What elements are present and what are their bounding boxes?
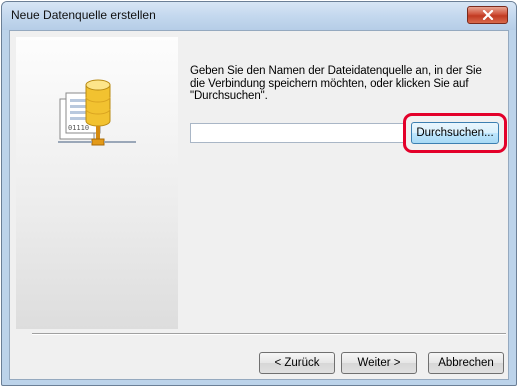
title-bar[interactable]: Neue Datenquelle erstellen — [2, 2, 516, 30]
icon-caption: 01110 — [68, 124, 89, 132]
dialog-client-area: 01110 Geben Sie den Namen der Dateidaten… — [9, 30, 509, 380]
window-title: Neue Datenquelle erstellen — [11, 8, 156, 22]
datasource-name-input[interactable] — [190, 123, 404, 143]
back-button[interactable]: < Zurück — [259, 352, 335, 374]
instruction-text: Geben Sie den Namen der Dateidatenquelle… — [190, 65, 482, 102]
close-button[interactable] — [467, 6, 508, 24]
close-x-icon — [482, 10, 493, 20]
side-illustration-panel: 01110 — [16, 37, 178, 329]
dialog-window: Neue Datenquelle erstellen 01110 Geben S… — [1, 1, 517, 386]
highlight-annotation — [403, 113, 507, 153]
next-button[interactable]: Weiter > — [341, 352, 417, 374]
cancel-button[interactable]: Abbrechen — [428, 352, 504, 374]
data-source-database-icon: 01110 — [58, 79, 136, 146]
footer-separator — [32, 333, 506, 335]
